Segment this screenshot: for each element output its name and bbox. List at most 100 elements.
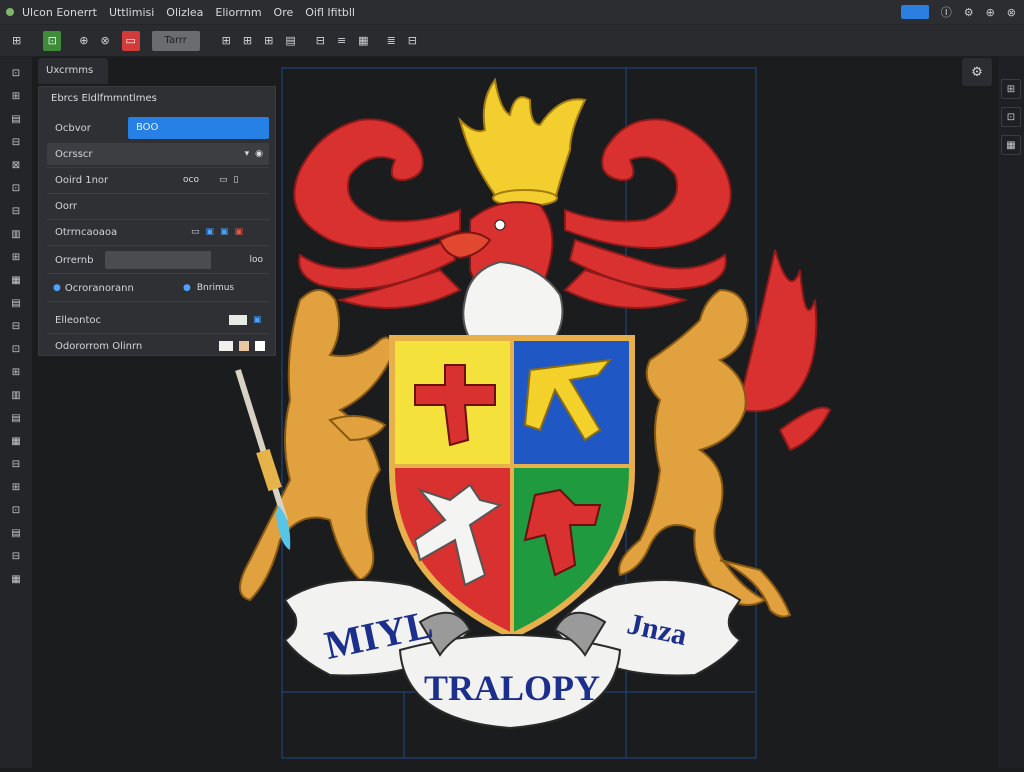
menu-item-layer[interactable]: Ore <box>274 6 294 19</box>
tool-move-icon[interactable]: ⊡ <box>8 68 24 80</box>
tool-text-icon[interactable]: ▤ <box>8 298 24 310</box>
tools-sidebar: ⊡ ⊞ ▤ ⊟ ⊠ ⊡ ⊟ ▥ ⊞ ▦ ▤ ⊟ ⊡ ⊞ ▥ ▤ ▦ ⊟ ⊞ ⊡ … <box>0 57 33 768</box>
toolbar-text-field[interactable]: Tarrr <box>151 30 200 51</box>
sync-button[interactable] <box>900 5 929 19</box>
crown <box>458 77 587 207</box>
toolbar-add-icon[interactable]: ⊕ <box>79 31 88 51</box>
lock-icon[interactable]: ▣ <box>220 227 229 237</box>
prop-row[interactable]: Odororrom Olinrn <box>47 335 269 357</box>
prop-row[interactable]: Oorr <box>47 195 269 217</box>
globe-icon: ● <box>53 283 61 293</box>
toolbar-align-icon[interactable]: ⊞ <box>222 31 231 51</box>
panel-title: Ebrcs Eldlfmmntlmes <box>51 93 157 104</box>
toolbar-remove-icon[interactable]: ⊗ <box>100 31 109 51</box>
toggle-icon[interactable]: ▭ <box>219 175 228 185</box>
prop-label: Odororrom Olinrn <box>55 340 143 352</box>
prop-row[interactable]: Ocbvor <box>47 117 269 139</box>
toolbar-group-icon[interactable]: ⊟ <box>316 31 325 51</box>
prop-label: Ocbvor <box>55 122 91 134</box>
prop-label: Oorr <box>55 200 78 212</box>
tool-rect-icon[interactable]: ⊟ <box>8 206 24 218</box>
opacity-slider[interactable] <box>105 251 211 269</box>
tool-fill-icon[interactable]: ⊡ <box>8 344 24 356</box>
menu-item-view[interactable]: Olizlea <box>166 6 203 19</box>
toolbar-grid-icon[interactable]: ⊞ <box>12 31 21 51</box>
prop-label: Elleontoc <box>55 314 102 326</box>
prop-value[interactable]: Bnrimus <box>197 283 234 293</box>
tool-brush-icon[interactable]: ⊡ <box>8 183 24 195</box>
main-toolbar: ⊞ ⊡ ⊕ ⊗ ▭ Tarrr ⊞ ⊞ ⊞ ▤ ⊟ ≡ ▦ ≣ ⊟ <box>0 25 1024 57</box>
folder-icon[interactable]: ▭ <box>191 227 200 237</box>
right-panel-icon[interactable]: ⊞ <box>1001 79 1021 99</box>
tool-pen-icon[interactable]: ⊟ <box>8 137 24 149</box>
right-sidebar: ⊞ ⊡ ▦ <box>998 57 1024 768</box>
tool-ellipse-icon[interactable]: ▥ <box>8 229 24 241</box>
app-icon <box>6 8 14 16</box>
toolbar-select-icon[interactable]: ⊡ <box>43 30 62 51</box>
menu-item-help[interactable]: Oifl Ifitbll <box>305 6 355 19</box>
toolbar-list-icon[interactable]: ≡ <box>337 31 346 51</box>
panel-tab[interactable]: Uxcrmms <box>38 58 108 84</box>
menu-item-file[interactable]: Ulcon Eonerrt <box>22 6 97 19</box>
menu-item-object[interactable]: Eliorrnm <box>215 6 261 19</box>
add-icon[interactable]: ⊕ <box>986 6 995 19</box>
tool-zoom-icon[interactable]: ⊞ <box>8 482 24 494</box>
toolbar-menu-icon[interactable]: ≣ <box>387 31 396 51</box>
toolbar-shape-icon[interactable]: ▭ <box>121 30 140 51</box>
tool-select-icon[interactable]: ⊞ <box>8 91 24 103</box>
tool-node-icon[interactable]: ▤ <box>8 114 24 126</box>
right-layers-icon[interactable]: ⊡ <box>1001 107 1021 127</box>
color-swatch-tan[interactable] <box>239 341 249 351</box>
eye-icon[interactable]: ◉ <box>255 149 263 159</box>
link-icon: ● <box>183 283 191 293</box>
prop-label: Ocroranorann <box>64 282 134 294</box>
prop-label: Ooird 1nor <box>55 174 109 186</box>
prop-label: Ocrsscr <box>55 148 93 160</box>
prop-row[interactable]: Ooird 1nor oco ▭ ▯ <box>47 169 269 191</box>
prop-label: Otrrncaoaoa <box>55 226 118 238</box>
right-assets-icon[interactable]: ▦ <box>1001 135 1021 155</box>
tool-gradient-icon[interactable]: ⊟ <box>8 321 24 333</box>
toolbar-panel-icon[interactable]: ⊟ <box>408 31 417 51</box>
tool-connector-icon[interactable]: ▦ <box>8 436 24 448</box>
toolbar-arrange-icon[interactable]: ⊞ <box>264 31 273 51</box>
menu-item-edit[interactable]: Uttlimisi <box>109 6 154 19</box>
close-icon[interactable]: ⊗ <box>1007 6 1016 19</box>
tool-eyedropper-icon[interactable]: ⊞ <box>8 367 24 379</box>
griffin-wing <box>739 249 818 413</box>
tool-pencil-icon[interactable]: ⊠ <box>8 160 24 172</box>
prop-row[interactable]: ● Ocroranorann ● Bnrimus <box>47 277 269 299</box>
tool-spiral-icon[interactable]: ▦ <box>8 574 24 586</box>
canvas-settings-icon[interactable]: ⚙ <box>962 58 992 86</box>
toolbar-table-icon[interactable]: ▦ <box>358 31 368 51</box>
tool-crop-icon[interactable]: ▤ <box>8 528 24 540</box>
tool-slice-icon[interactable]: ⊟ <box>8 551 24 563</box>
prop-row[interactable]: Orrernb loo <box>47 249 269 271</box>
delete-icon[interactable]: ▣ <box>235 227 244 237</box>
prop-row[interactable]: Ocrsscr ▾ ◉ <box>47 143 269 165</box>
prop-value: oco <box>183 175 199 185</box>
menu-bar: Ulcon Eonerrt Uttlimisi Olizlea Eliorrnm… <box>0 0 1024 25</box>
prop-row[interactable]: Elleontoc ▣ <box>47 309 269 331</box>
tool-measure-icon[interactable]: ⊟ <box>8 459 24 471</box>
tool-eraser-icon[interactable]: ▤ <box>8 413 24 425</box>
toolbar-layers-icon[interactable]: ▤ <box>285 31 295 51</box>
tool-star-icon[interactable]: ▦ <box>8 275 24 287</box>
color-swatch-white[interactable] <box>255 341 265 351</box>
tool-spray-icon[interactable]: ▥ <box>8 390 24 402</box>
page-icon[interactable]: ▯ <box>233 175 238 185</box>
toolbar-distribute-icon[interactable]: ⊞ <box>243 31 252 51</box>
info-icon[interactable]: Ⓘ <box>941 4 952 20</box>
menu-icon[interactable]: ▾ <box>245 149 250 159</box>
color-swatch-white[interactable] <box>229 315 247 325</box>
settings-icon[interactable]: ▣ <box>253 315 262 325</box>
properties-panel: Ebrcs Eldlfmmntlmes BOO Ocbvor Ocrsscr ▾… <box>38 86 276 356</box>
tool-hand-icon[interactable]: ⊡ <box>8 505 24 517</box>
prop-row[interactable]: Otrrncaoaoa ▭ ▣ ▣ ▣ <box>47 221 269 243</box>
link-icon[interactable]: ▣ <box>206 227 215 237</box>
prop-value: loo <box>249 255 263 265</box>
motto-center-text: TRALOPY <box>424 668 600 708</box>
color-swatch-light[interactable] <box>219 341 233 351</box>
gear-icon[interactable]: ⚙ <box>964 6 974 19</box>
tool-polygon-icon[interactable]: ⊞ <box>8 252 24 264</box>
